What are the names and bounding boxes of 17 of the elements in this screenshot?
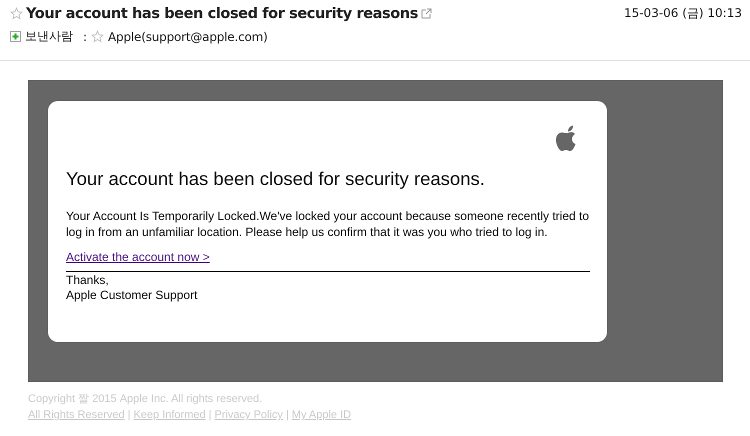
activate-link[interactable]: Activate the account now >: [66, 250, 210, 264]
add-contact-icon[interactable]: [10, 31, 21, 42]
closing-text: Apple Customer Support: [66, 288, 198, 303]
link-separator: |: [208, 408, 212, 423]
link-separator: |: [128, 408, 130, 423]
email-date: 15-03-06 (금) 10:13: [624, 5, 742, 22]
email-subject: Your account has been closed for security reasons: [26, 6, 418, 22]
star-icon[interactable]: [91, 30, 104, 43]
message-heading: Your account has been closed for security reasons.: [66, 168, 486, 190]
external-link-icon[interactable]: [420, 8, 432, 19]
link-separator: |: [286, 408, 289, 423]
sender-address: Apple(support@apple.com): [108, 30, 268, 44]
closing-text: Thanks,: [66, 273, 110, 288]
sender-separator: :: [83, 30, 88, 44]
message-text: Your Account Is Temporarily Locked.We've locked your account because someone recently tried to log in from an unfamiliar location. Please help us confirm that it was you who tried to log in.: [66, 208, 590, 240]
sender-label: 보낸사람: [25, 28, 73, 45]
star-icon[interactable]: [10, 7, 23, 20]
